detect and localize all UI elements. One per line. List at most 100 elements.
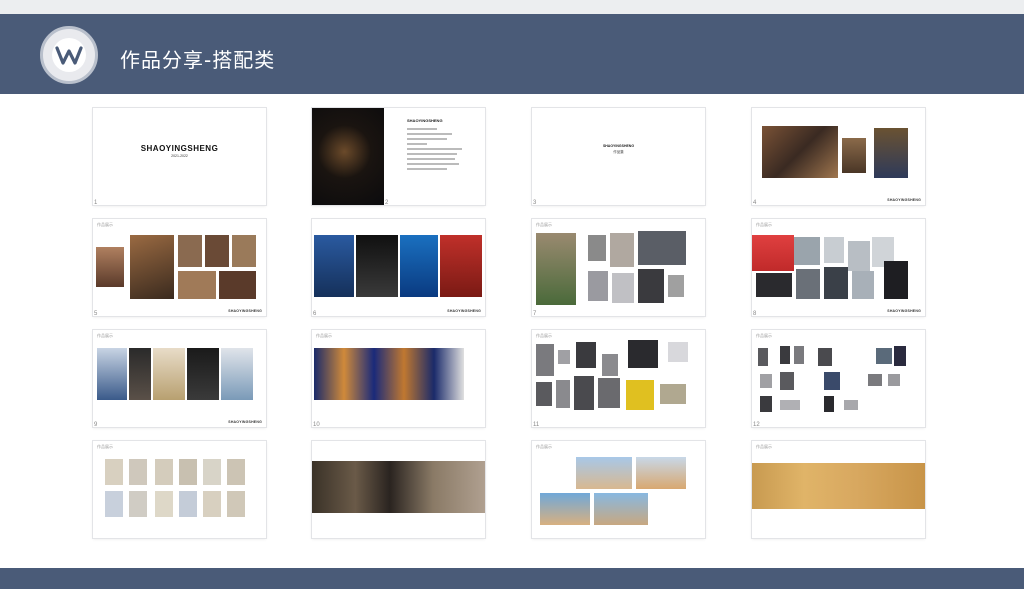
- photo: [756, 273, 792, 297]
- section-title: SHAOYINGSHENG: [602, 144, 635, 148]
- slide-number: 6: [313, 311, 317, 316]
- slide-tag: 作品展示: [97, 333, 113, 338]
- slide-number: 10: [313, 422, 320, 427]
- photo: [638, 269, 664, 303]
- photo: [221, 348, 253, 400]
- photo: [638, 231, 686, 265]
- photo: [536, 382, 552, 406]
- photo: [852, 271, 874, 299]
- slide-thumbnail-8[interactable]: 作品展示 SHAOYINGSHENG 8: [752, 219, 925, 316]
- photo: [178, 235, 202, 267]
- watermark-text: SHAOYINGSHENG: [887, 198, 921, 202]
- photo: [794, 237, 820, 265]
- slide-thumbnail-1[interactable]: SHAOYINGSHENG 2021-2022 1: [93, 108, 266, 205]
- slide-number: 2: [385, 200, 389, 205]
- slide-thumbnail-5[interactable]: 作品展示 SHAOYINGSHENG 5: [93, 219, 266, 316]
- slide-thumbnail-6[interactable]: SHAOYINGSHENG 6: [312, 219, 485, 316]
- slide-tag: 作品展示: [536, 444, 552, 449]
- slide-tag: 作品展示: [536, 222, 552, 227]
- photo: [796, 269, 820, 299]
- photo: [588, 271, 608, 301]
- slide-thumbnail-10[interactable]: 作品展示 10: [312, 330, 485, 427]
- slide-thumbnail-11[interactable]: 作品展示 11: [532, 330, 705, 427]
- photo: [760, 374, 772, 388]
- photo: [780, 372, 794, 390]
- watermark-text: SHAOYINGSHENG: [228, 309, 262, 313]
- slide-tag: 作品展示: [756, 333, 772, 338]
- photo: [636, 457, 686, 489]
- slide-tag: 作品展示: [756, 222, 772, 227]
- slide-thumbnail-16[interactable]: 作品展示: [752, 441, 925, 538]
- photo: [400, 235, 438, 297]
- watermark-text: SHAOYINGSHENG: [887, 309, 921, 313]
- photo: [129, 491, 147, 517]
- slide-number: 3: [533, 200, 537, 205]
- photo: [780, 346, 790, 364]
- photo: [540, 493, 590, 525]
- photo: [356, 235, 398, 297]
- photo: [610, 233, 634, 267]
- banner-photo: [752, 463, 925, 509]
- photo: [844, 400, 858, 410]
- photo: [668, 275, 684, 297]
- photo: [598, 378, 620, 408]
- photo: [179, 459, 197, 485]
- banner-photo: [312, 461, 485, 513]
- photo: [179, 491, 197, 517]
- photo: [314, 235, 354, 297]
- photo: [576, 457, 632, 489]
- slide-thumbnail-9[interactable]: 作品展示 SHAOYINGSHENG 9: [93, 330, 266, 427]
- photo: [794, 346, 804, 364]
- photo: [818, 348, 832, 366]
- header-bar: 作品分享-搭配类: [0, 14, 1024, 94]
- slide-number: 12: [753, 422, 760, 427]
- slide-thumbnail-12[interactable]: 作品展示 12: [752, 330, 925, 427]
- slide-thumbnail-15[interactable]: 作品展示: [532, 441, 705, 538]
- photo: [894, 346, 906, 366]
- banner-photo: [314, 348, 464, 400]
- slide-tag: 作品展示: [316, 333, 332, 338]
- photo: [129, 348, 151, 400]
- photo: [760, 396, 772, 412]
- photo: [203, 459, 221, 485]
- slide-thumbnail-2[interactable]: SHAOYINGSHENG 2: [312, 108, 485, 205]
- photo: [574, 376, 594, 410]
- footer-bar: [0, 568, 1024, 589]
- slide-thumbnail-3[interactable]: SHAOYINGSHENG 作品集 3: [532, 108, 705, 205]
- photo: [536, 233, 576, 305]
- slide-tag: 作品展示: [97, 444, 113, 449]
- photo: [874, 128, 908, 178]
- photo: [203, 491, 221, 517]
- photo: [178, 271, 216, 299]
- photo: [848, 241, 870, 271]
- photo: [824, 237, 844, 263]
- photo: [536, 344, 554, 376]
- photo: [752, 235, 794, 271]
- photo: [842, 138, 866, 173]
- slide-grid: SHAOYINGSHENG 2021-2022 1 SHAOYINGSHENG …: [93, 108, 933, 568]
- watermark-text: SHAOYINGSHENG: [447, 309, 481, 313]
- photo: [628, 340, 658, 368]
- slide-number: 5: [94, 311, 98, 316]
- slide-number: 7: [533, 311, 537, 316]
- photo: [588, 235, 606, 261]
- portrait-photo: [312, 108, 384, 205]
- slide-thumbnail-4[interactable]: SHAOYINGSHENG 4: [752, 108, 925, 205]
- photo: [758, 348, 768, 366]
- photo: [824, 372, 840, 390]
- photo: [612, 273, 634, 303]
- photo: [232, 235, 256, 267]
- slide-tag: 作品展示: [756, 444, 772, 449]
- photo: [824, 267, 848, 299]
- cover-subtitle: 2021-2022: [171, 154, 188, 158]
- slide-thumbnail-13[interactable]: 作品展示: [93, 441, 266, 538]
- photo: [219, 271, 256, 299]
- slide-thumbnail-14[interactable]: [312, 441, 485, 538]
- slide-thumbnail-7[interactable]: 作品展示 7: [532, 219, 705, 316]
- wps-w-logo-icon: [40, 26, 98, 84]
- photo: [576, 342, 596, 368]
- photo: [227, 491, 245, 517]
- photo: [96, 247, 124, 287]
- photo: [780, 400, 800, 410]
- photo: [558, 350, 570, 364]
